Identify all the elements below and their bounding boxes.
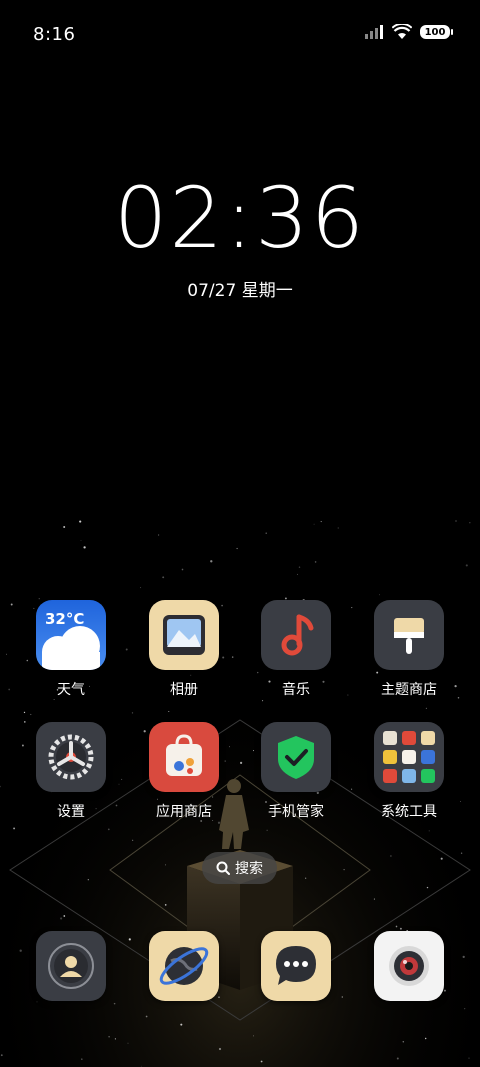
app-system-tools-folder[interactable]: 系统工具 (359, 722, 459, 821)
dock-browser[interactable] (134, 931, 234, 1001)
folder-grid-icon (383, 731, 435, 783)
app-phone-manager[interactable]: 手机管家 (246, 722, 346, 821)
app-label: 主题商店 (381, 682, 437, 698)
search-label: 搜索 (235, 861, 263, 877)
gallery-icon (149, 600, 219, 670)
app-app-store[interactable]: 应用商店 (134, 722, 234, 821)
camera-icon (374, 931, 444, 1001)
app-settings[interactable]: 设置 (21, 722, 121, 821)
gear-icon (48, 734, 94, 780)
dock-camera[interactable] (359, 931, 459, 1001)
app-label: 手机管家 (268, 804, 324, 820)
messages-icon (261, 931, 331, 1001)
app-label: 天气 (57, 682, 85, 698)
app-store-icon (149, 722, 219, 792)
search-icon (216, 861, 230, 875)
theme-store-icon (374, 600, 444, 670)
music-icon (261, 600, 331, 670)
shield-check-icon (278, 736, 314, 779)
paintbrush-icon (394, 618, 424, 654)
app-theme-store[interactable]: 主题商店 (359, 600, 459, 699)
weather-icon: 32°C (36, 600, 106, 670)
app-label: 相册 (170, 682, 198, 698)
status-bar: 8:16 100 (0, 0, 480, 70)
picture-icon (163, 615, 205, 655)
app-weather[interactable]: 32°C 天气 (21, 600, 121, 699)
app-label: 系统工具 (381, 804, 437, 820)
person-icon (48, 943, 94, 989)
app-label: 应用商店 (156, 804, 212, 820)
shopping-bag-icon (166, 734, 202, 776)
folder-icon (374, 722, 444, 792)
browser-icon (149, 931, 219, 1001)
wifi-icon (392, 24, 412, 39)
status-icons: 100 (364, 24, 453, 40)
cloud-icon (42, 626, 100, 670)
clock-time[interactable]: 02:36 (0, 176, 480, 260)
wallpaper-art (0, 520, 480, 1067)
search-button[interactable]: 搜索 (202, 852, 277, 884)
dock-messages[interactable] (246, 931, 346, 1001)
lens-icon (389, 946, 429, 986)
app-label: 音乐 (282, 682, 310, 698)
wallpaper (0, 0, 480, 1067)
planet-icon (159, 947, 209, 985)
app-music[interactable]: 音乐 (246, 600, 346, 699)
status-time: 8:16 (33, 24, 76, 45)
music-note-icon (281, 614, 314, 656)
clock-date[interactable]: 07/27 星期一 (0, 276, 480, 301)
signal-icon (365, 25, 383, 39)
settings-icon (36, 722, 106, 792)
chat-bubble-icon (276, 946, 316, 985)
phone-manager-icon (261, 722, 331, 792)
app-label: 设置 (57, 804, 85, 820)
battery-icon: 100 (420, 25, 453, 39)
dock-contacts[interactable] (21, 931, 121, 1001)
contacts-icon (36, 931, 106, 1001)
app-gallery[interactable]: 相册 (134, 600, 234, 699)
